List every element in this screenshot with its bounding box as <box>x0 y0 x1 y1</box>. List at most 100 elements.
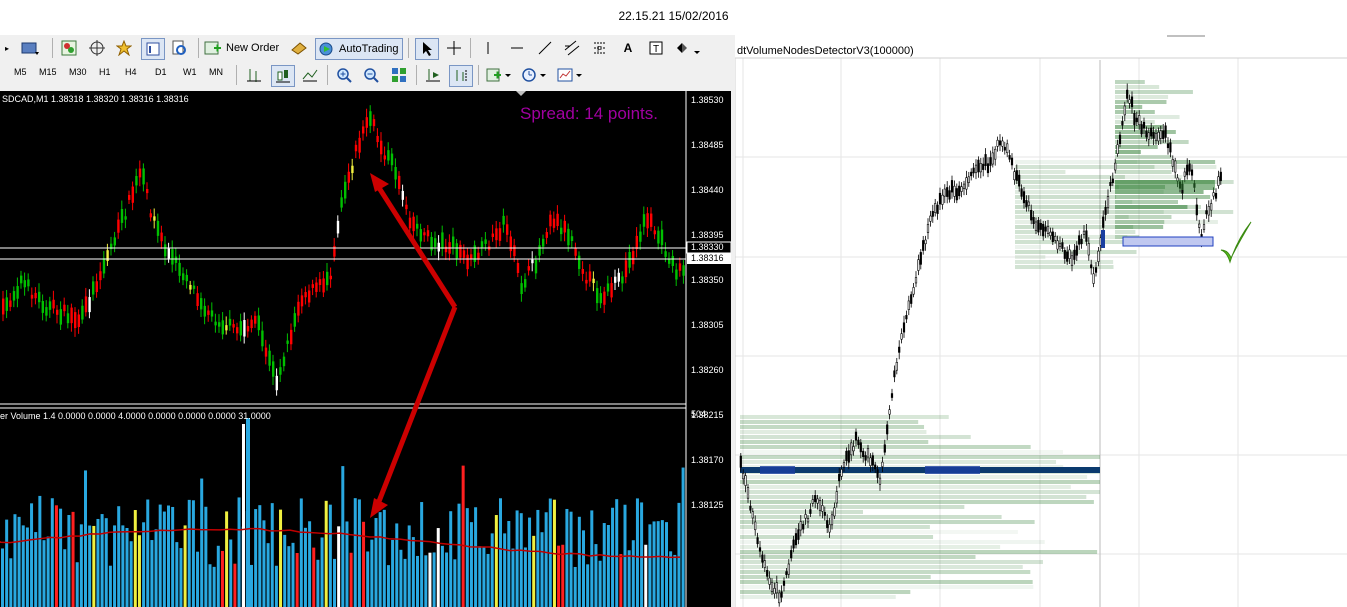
candle-body <box>286 340 289 344</box>
volume-bar <box>565 508 569 607</box>
new-order-button[interactable]: New Order <box>204 38 282 58</box>
candle-body <box>850 442 853 456</box>
profile-bin <box>1015 255 1046 259</box>
candle-body <box>888 409 891 415</box>
crosshair-icon[interactable] <box>443 38 465 58</box>
candle-body <box>574 247 577 256</box>
channel-icon[interactable] <box>561 38 583 58</box>
candle-body <box>671 255 674 267</box>
candle-body <box>678 263 682 271</box>
candle-body <box>994 148 997 160</box>
shapes-icon[interactable] <box>673 38 703 58</box>
data-window-icon[interactable] <box>141 38 165 60</box>
periods-icon[interactable] <box>519 65 549 85</box>
autoscroll-icon[interactable] <box>422 65 444 85</box>
candle-body <box>1123 105 1126 116</box>
zoom-in-icon[interactable] <box>333 65 355 85</box>
bar-chart-icon[interactable] <box>243 65 265 85</box>
candle-body <box>196 293 199 307</box>
candle-body <box>1008 155 1011 160</box>
expert-icon[interactable] <box>288 38 310 58</box>
profile-bin <box>1015 245 1042 249</box>
chart-shift-icon[interactable] <box>449 65 473 87</box>
timeframe-m30[interactable]: M30 <box>69 67 87 77</box>
candle-body <box>120 209 124 223</box>
candle-body <box>986 163 990 174</box>
volume-bar <box>615 499 619 607</box>
candle-body <box>922 240 925 251</box>
right-chart-window[interactable]: dtVolumeNodesDetectorV3(100000) <box>735 35 1347 607</box>
timeframe-mn[interactable]: MN <box>209 67 223 77</box>
volume-bar <box>167 505 170 607</box>
favorites-icon[interactable] <box>113 38 135 58</box>
candle-body <box>914 277 918 284</box>
candle-body <box>171 249 174 265</box>
volume-bar <box>420 502 424 607</box>
candle-body <box>380 140 383 155</box>
candle-body <box>45 307 48 316</box>
profile-bin <box>1015 170 1066 174</box>
candle-body <box>225 325 228 331</box>
volume-bar <box>283 534 287 607</box>
candle-body <box>513 245 516 257</box>
timeframe-h1[interactable]: H1 <box>99 67 111 77</box>
profile-bin <box>1115 220 1165 224</box>
new-order-icon <box>204 41 221 55</box>
fibonacci-icon[interactable]: F <box>589 38 611 58</box>
volume-bar <box>71 511 75 607</box>
candle-body <box>958 185 961 197</box>
label-icon[interactable]: T <box>645 38 667 58</box>
volume-bar <box>308 521 312 607</box>
volume-bar <box>266 543 270 607</box>
profile-bin <box>1115 80 1145 84</box>
vertical-line-icon[interactable] <box>477 38 499 58</box>
templates-icon[interactable] <box>555 65 585 85</box>
volume-bar <box>611 507 615 607</box>
profile-bin <box>1115 140 1189 144</box>
candle-body <box>1205 210 1208 215</box>
autotrading-button[interactable]: AutoTrading <box>315 38 403 60</box>
chevron-right-icon[interactable]: ▸ <box>0 38 14 58</box>
volume-bar <box>602 523 606 607</box>
candle-body <box>955 188 958 201</box>
candle-body <box>398 175 401 189</box>
timeframe-d1[interactable]: D1 <box>155 67 167 77</box>
text-icon[interactable]: A <box>617 38 639 58</box>
navigator-icon[interactable] <box>86 38 108 58</box>
timeframe-m5[interactable]: M5 <box>14 67 27 77</box>
candle-body <box>982 163 985 170</box>
price-tick-label: 1.38440 <box>691 185 724 195</box>
volume-bar <box>225 511 229 607</box>
candle-body <box>660 229 664 246</box>
candle-body <box>751 511 754 519</box>
zoom-out-icon[interactable] <box>360 65 382 85</box>
volume-bar <box>478 546 482 607</box>
volume-bar <box>295 553 299 607</box>
candles-icon[interactable] <box>271 65 295 87</box>
candle-body <box>491 233 494 238</box>
line-chart-icon[interactable] <box>299 65 321 85</box>
indicators-icon[interactable] <box>484 65 514 85</box>
timeframe-h4[interactable]: H4 <box>125 67 137 77</box>
timeframe-w1[interactable]: W1 <box>183 67 197 77</box>
candle-body <box>1102 216 1105 228</box>
candle-body <box>1198 223 1201 228</box>
strategy-tester-icon[interactable] <box>168 38 190 58</box>
trendline-icon[interactable] <box>534 38 556 58</box>
candle-body <box>1190 169 1194 176</box>
left-chart-window[interactable]: SDCAD,M1 1.38318 1.38320 1.38316 1.38316… <box>0 91 731 607</box>
market-watch-icon[interactable] <box>58 38 80 58</box>
candle-body <box>480 241 484 248</box>
candle-body <box>989 157 992 166</box>
profiles-icon[interactable] <box>18 38 42 58</box>
candle-body <box>787 563 790 575</box>
volume-bar <box>254 509 258 607</box>
horizontal-line-icon[interactable] <box>506 38 528 58</box>
volume-bar <box>187 499 191 607</box>
candle-body <box>1207 206 1210 216</box>
volume-bar <box>246 418 250 607</box>
candle-body <box>70 307 73 324</box>
timeframe-m15[interactable]: M15 <box>39 67 57 77</box>
tile-icon[interactable] <box>388 65 410 85</box>
cursor-icon[interactable] <box>415 38 439 60</box>
